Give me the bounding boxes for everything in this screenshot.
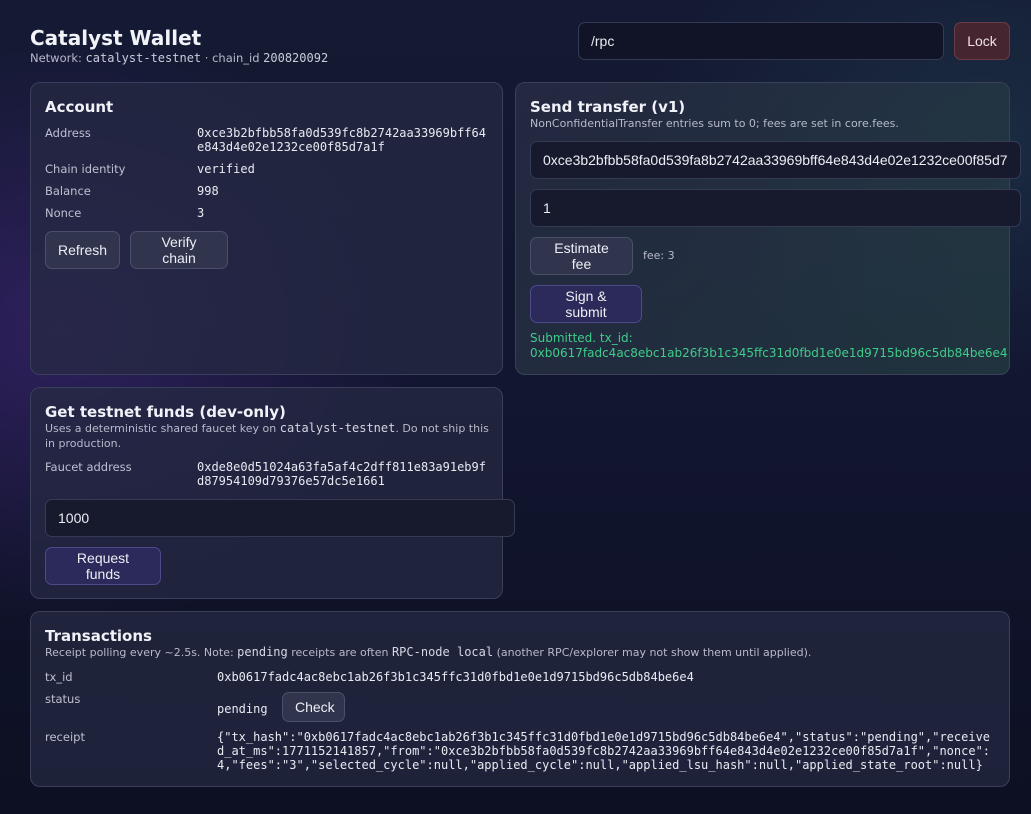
address-label: Address bbox=[45, 126, 91, 140]
transactions-title: Transactions bbox=[45, 627, 152, 645]
network-name: catalyst-testnet bbox=[85, 51, 202, 65]
estimate-fee-button[interactable]: Estimate fee bbox=[530, 237, 633, 275]
status-value: pending bbox=[217, 702, 268, 716]
account-address: 0xce3b2bfbb58fa0d539fc8b2742aa33969bff64… bbox=[197, 126, 486, 154]
sign-submit-button[interactable]: Sign & submit bbox=[530, 285, 642, 323]
status-label: status bbox=[45, 692, 81, 706]
chain-id-value: 200820092 bbox=[263, 51, 329, 65]
receipt-label: receipt bbox=[45, 730, 85, 744]
nonce-label: Nonce bbox=[45, 206, 82, 220]
faucet-note-network: catalyst-testnet bbox=[279, 421, 396, 435]
transfer-amount-input[interactable] bbox=[530, 189, 1021, 227]
faucet-title: Get testnet funds (dev-only) bbox=[45, 403, 286, 421]
account-card: Account Address 0xce3b2bfbb58fa0d539fc8b… bbox=[30, 82, 503, 375]
faucet-card: Get testnet funds (dev-only) Uses a dete… bbox=[30, 387, 515, 599]
submit-result-txid: 0xb0617fadc4ac8ebc1ab26f3b1c345ffc31d0fb… bbox=[530, 346, 1008, 360]
txid-value: 0xb0617fadc4ac8ebc1ab26f3b1c345ffc31d0fb… bbox=[217, 670, 694, 684]
refresh-button[interactable]: Refresh bbox=[45, 231, 120, 269]
txid-label: tx_id bbox=[45, 670, 73, 684]
chain-id-label: · chain_id bbox=[204, 51, 260, 65]
account-title: Account bbox=[45, 98, 114, 116]
estimated-fee: fee: 3 bbox=[643, 249, 675, 262]
transactions-note-pending: pending bbox=[237, 645, 288, 659]
submit-result: Submitted. tx_id: 0xb0617fadc4ac8ebc1ab2… bbox=[530, 331, 1008, 361]
faucet-address-label: Faucet address bbox=[45, 460, 132, 474]
check-status-button[interactable]: Check bbox=[282, 692, 345, 722]
transactions-note: Receipt polling every ~2.5s. Note: pendi… bbox=[45, 645, 811, 660]
balance-value: 998 bbox=[197, 184, 219, 198]
transactions-note-b: receipts are often bbox=[291, 646, 389, 659]
verify-chain-button[interactable]: Verify chain bbox=[130, 231, 228, 269]
lock-button[interactable]: Lock bbox=[954, 22, 1010, 60]
faucet-note: Uses a deterministic shared faucet key o… bbox=[45, 421, 495, 451]
transactions-note-rpc: RPC-node local bbox=[391, 645, 494, 659]
rpc-url-input[interactable] bbox=[578, 22, 944, 60]
receipt-json: {"tx_hash":"0xb0617fadc4ac8ebc1ab26f3b1c… bbox=[217, 730, 991, 772]
send-transfer-note: NonConfidentialTransfer entries sum to 0… bbox=[530, 117, 899, 130]
chain-identity-label: Chain identity bbox=[45, 162, 126, 176]
faucet-note-text: Uses a deterministic shared faucet key o… bbox=[45, 422, 277, 435]
network-info: Network: catalyst-testnet · chain_id 200… bbox=[30, 51, 328, 65]
submit-result-prefix: Submitted. tx_id: bbox=[530, 331, 633, 345]
nonce-value: 3 bbox=[197, 206, 205, 220]
request-funds-button[interactable]: Request funds bbox=[45, 547, 161, 585]
transactions-card: Transactions Receipt polling every ~2.5s… bbox=[30, 611, 1010, 787]
send-transfer-title: Send transfer (v1) bbox=[530, 98, 686, 116]
transactions-note-a: Receipt polling every ~2.5s. Note: bbox=[45, 646, 234, 659]
transactions-note-c: (another RPC/explorer may not show them … bbox=[496, 646, 812, 659]
faucet-address: 0xde8e0d51024a63fa5af4c2dff811e83a91eb9f… bbox=[197, 460, 486, 488]
network-label: Network: bbox=[30, 51, 82, 65]
recipient-address-input[interactable] bbox=[530, 141, 1021, 179]
app-title: Catalyst Wallet bbox=[30, 26, 202, 50]
send-transfer-card: Send transfer (v1) NonConfidentialTransf… bbox=[515, 82, 1021, 375]
chain-identity-value: verified bbox=[197, 162, 255, 176]
faucet-amount-input[interactable] bbox=[45, 499, 515, 537]
balance-label: Balance bbox=[45, 184, 91, 198]
